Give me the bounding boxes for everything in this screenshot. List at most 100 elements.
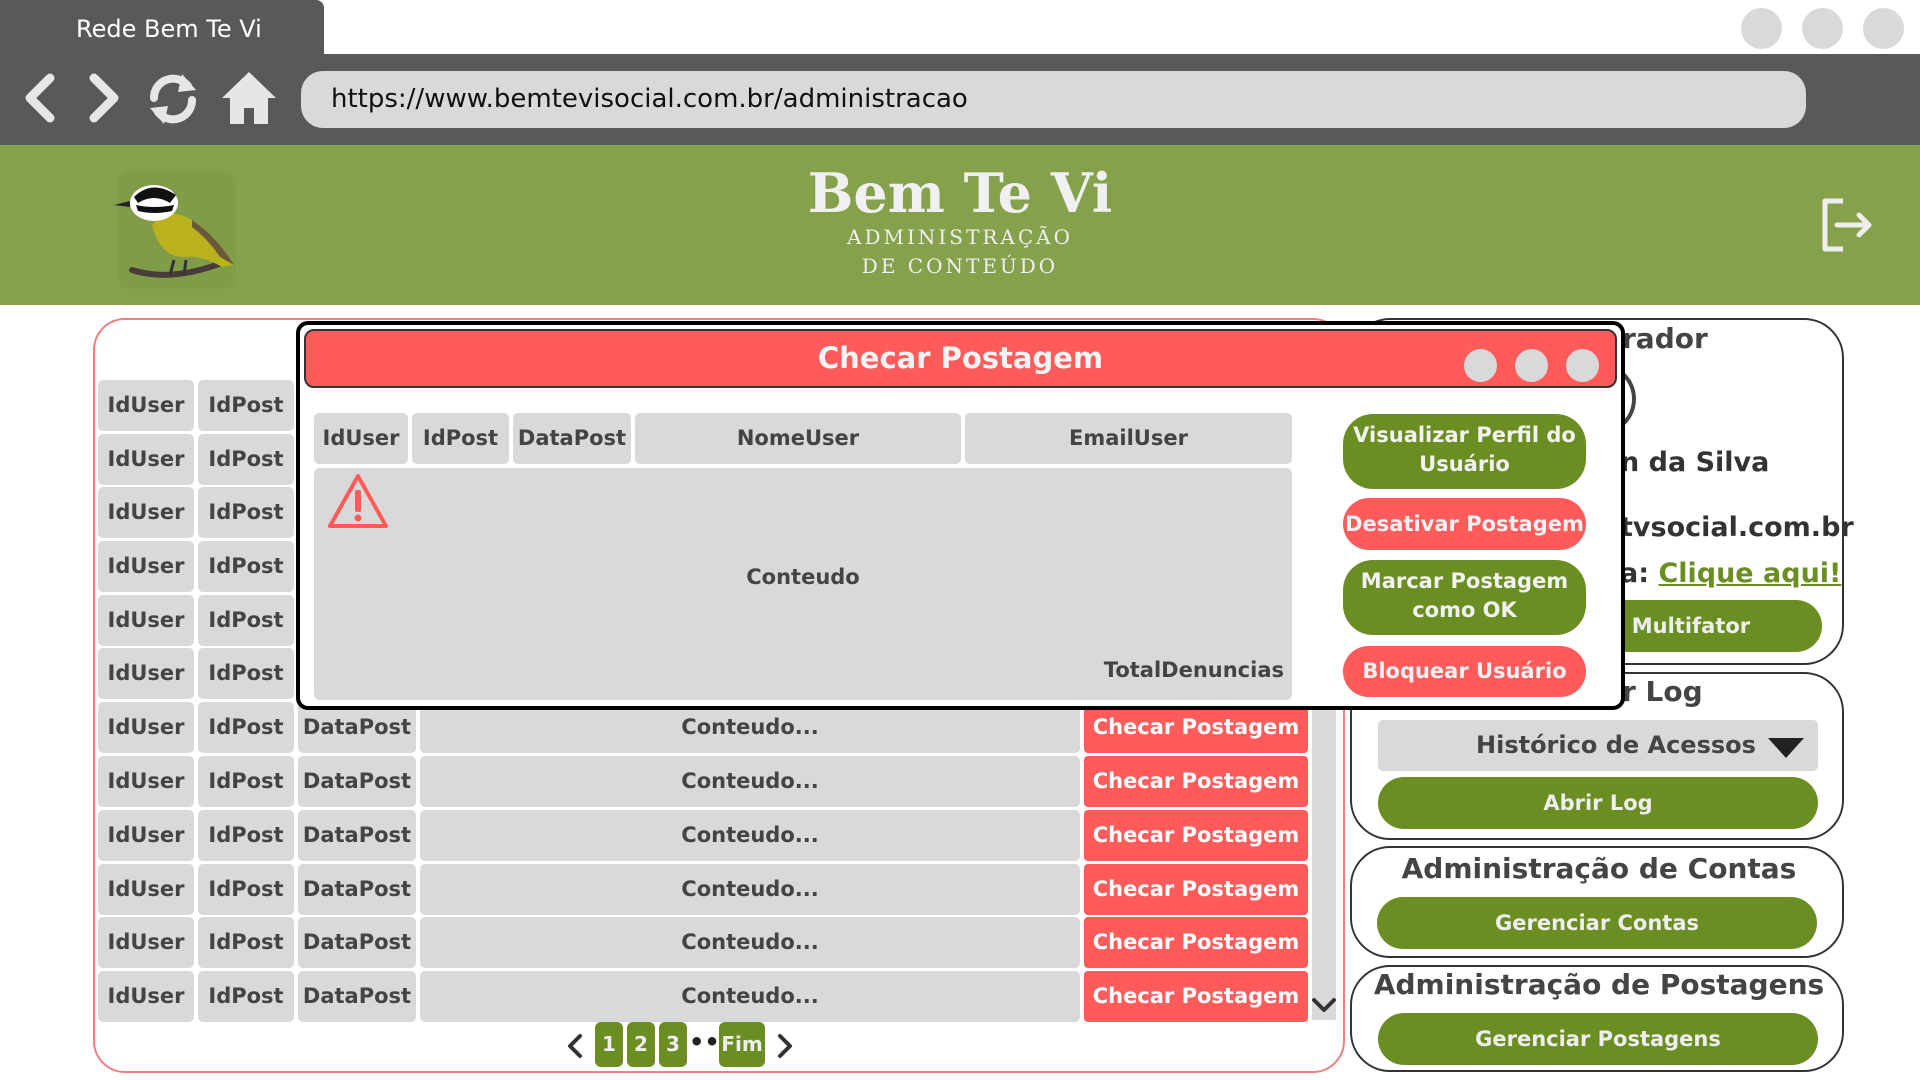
cell-iduser: IdUser: [98, 810, 194, 861]
post-content-box: Conteudo TotalDenuncias: [314, 468, 1292, 700]
back-arrow-icon[interactable]: [12, 68, 70, 128]
cell-iduser: IdUser: [98, 756, 194, 807]
dropdown-arrow-icon: [1768, 738, 1804, 758]
modal-header-iduser: IdUser: [314, 413, 408, 464]
cell-idpost: IdPost: [198, 702, 294, 753]
cell-iduser: IdUser: [98, 702, 194, 753]
modal-maximize-button[interactable]: [1515, 349, 1548, 382]
modal-minimize-button[interactable]: [1464, 349, 1497, 382]
check-post-button[interactable]: Checar Postagem: [1084, 971, 1308, 1022]
modal-header-nomeuser: NomeUser: [635, 413, 961, 464]
cell-iduser: IdUser: [98, 864, 194, 915]
cell-iduser: IdUser: [98, 380, 194, 431]
page-3-button[interactable]: 3: [659, 1022, 687, 1067]
modal-close-button[interactable]: [1566, 349, 1599, 382]
cell-idpost: IdPost: [198, 541, 294, 592]
cell-datapost: DataPost: [298, 917, 416, 968]
cell-datapost: DataPost: [298, 971, 416, 1022]
cell-idpost: IdPost: [198, 595, 294, 646]
cell-iduser: IdUser: [98, 434, 194, 485]
cell-content: Conteudo...: [420, 810, 1080, 861]
home-icon[interactable]: [220, 68, 278, 128]
admin-panel-title: rador: [1622, 322, 1708, 355]
post-content-label: Conteudo: [746, 565, 860, 589]
logout-icon[interactable]: [1817, 195, 1877, 255]
cell-datapost: DataPost: [298, 756, 416, 807]
cell-content: Conteudo...: [420, 864, 1080, 915]
cell-iduser: IdUser: [98, 595, 194, 646]
page-1-button[interactable]: 1: [595, 1022, 623, 1067]
window-close-button[interactable]: [1863, 8, 1904, 49]
window-maximize-button[interactable]: [1802, 8, 1843, 49]
cell-idpost: IdPost: [198, 864, 294, 915]
site-header: Bem Te Vi ADMINISTRAÇÃO DE CONTEÚDO: [0, 145, 1920, 305]
address-bar[interactable]: https://www.bemtevisocial.com.br/adminis…: [301, 71, 1806, 128]
warning-icon: [328, 474, 388, 528]
check-post-button[interactable]: Checar Postagem: [1084, 756, 1308, 807]
cell-datapost: DataPost: [298, 810, 416, 861]
forward-arrow-icon[interactable]: [74, 68, 132, 128]
cell-iduser: IdUser: [98, 487, 194, 538]
log-panel-title: r Log: [1622, 675, 1703, 708]
password-change-link[interactable]: Clique aqui!: [1658, 558, 1841, 589]
bird-logo-icon: [114, 171, 236, 289]
cell-idpost: IdPost: [198, 756, 294, 807]
cell-datapost: DataPost: [298, 864, 416, 915]
check-post-modal: Checar Postagem IdUser IdPost DataPost N…: [296, 321, 1625, 710]
cell-iduser: IdUser: [98, 971, 194, 1022]
cell-idpost: IdPost: [198, 487, 294, 538]
brand: Bem Te Vi ADMINISTRAÇÃO DE CONTEÚDO: [760, 163, 1160, 281]
modal-header-datapost: DataPost: [513, 413, 631, 464]
reload-icon[interactable]: [144, 68, 202, 128]
view-profile-button[interactable]: Visualizar Perfil do Usuário: [1343, 414, 1586, 489]
scroll-down-chevron-icon[interactable]: [1310, 994, 1338, 1018]
cell-content: Conteudo...: [420, 917, 1080, 968]
check-post-button[interactable]: Checar Postagem: [1084, 810, 1308, 861]
accounts-panel-title: Administração de Contas: [1401, 852, 1797, 885]
mark-post-ok-button[interactable]: Marcar Postagem como OK: [1343, 560, 1586, 635]
modal-header: Checar Postagem: [304, 329, 1617, 388]
open-log-button[interactable]: Abrir Log: [1378, 777, 1818, 829]
tab-title: Rede Bem Te Vi: [76, 15, 262, 43]
cell-idpost: IdPost: [198, 917, 294, 968]
password-change-text: a: Clique aqui!: [1620, 558, 1841, 589]
cell-idpost: IdPost: [198, 648, 294, 699]
total-reports-label: TotalDenuncias: [1103, 658, 1284, 682]
check-post-button[interactable]: Checar Postagem: [1084, 917, 1308, 968]
accounts-panel: Administração de Contas Gerenciar Contas: [1350, 846, 1844, 958]
cell-idpost: IdPost: [198, 380, 294, 431]
cell-idpost: IdPost: [198, 810, 294, 861]
brand-subtitle: ADMINISTRAÇÃO DE CONTEÚDO: [847, 225, 1073, 278]
browser-tab[interactable]: Rede Bem Te Vi: [0, 0, 324, 54]
modal-header-emailuser: EmailUser: [965, 413, 1292, 464]
window-minimize-button[interactable]: [1741, 8, 1782, 49]
cell-iduser: IdUser: [98, 541, 194, 592]
manage-posts-button[interactable]: Gerenciar Postagens: [1378, 1013, 1818, 1065]
modal-title: Checar Postagem: [817, 341, 1104, 375]
cell-iduser: IdUser: [98, 648, 194, 699]
modal-header-idpost: IdPost: [412, 413, 509, 464]
last-page-button[interactable]: Fim: [719, 1022, 765, 1067]
admin-email: tvsocial.com.br: [1620, 512, 1854, 543]
browser-tab-bar: Rede Bem Te Vi: [0, 0, 1920, 54]
brand-name: Bem Te Vi: [807, 161, 1113, 225]
posts-panel-title: Administração de Postagens: [1373, 968, 1825, 1001]
next-page-icon[interactable]: [775, 1032, 795, 1060]
log-type-select[interactable]: Histórico de Acessos: [1378, 720, 1818, 771]
block-user-button[interactable]: Bloquear Usuário: [1343, 646, 1586, 697]
posts-panel: Administração de Postagens Gerenciar Pos…: [1350, 965, 1844, 1072]
manage-accounts-button[interactable]: Gerenciar Contas: [1377, 897, 1817, 949]
cell-idpost: IdPost: [198, 971, 294, 1022]
url-text: https://www.bemtevisocial.com.br/adminis…: [331, 84, 968, 114]
browser-toolbar: https://www.bemtevisocial.com.br/adminis…: [0, 54, 1920, 145]
cell-idpost: IdPost: [198, 434, 294, 485]
log-select-value: Histórico de Acessos: [1476, 731, 1756, 759]
cell-iduser: IdUser: [98, 917, 194, 968]
admin-name: n da Silva: [1620, 447, 1770, 478]
check-post-button[interactable]: Checar Postagem: [1084, 864, 1308, 915]
disable-post-button[interactable]: Desativar Postagem: [1343, 498, 1586, 550]
cell-content: Conteudo...: [420, 971, 1080, 1022]
page-2-button[interactable]: 2: [627, 1022, 655, 1067]
cell-content: Conteudo...: [420, 756, 1080, 807]
previous-page-icon[interactable]: [565, 1032, 585, 1060]
